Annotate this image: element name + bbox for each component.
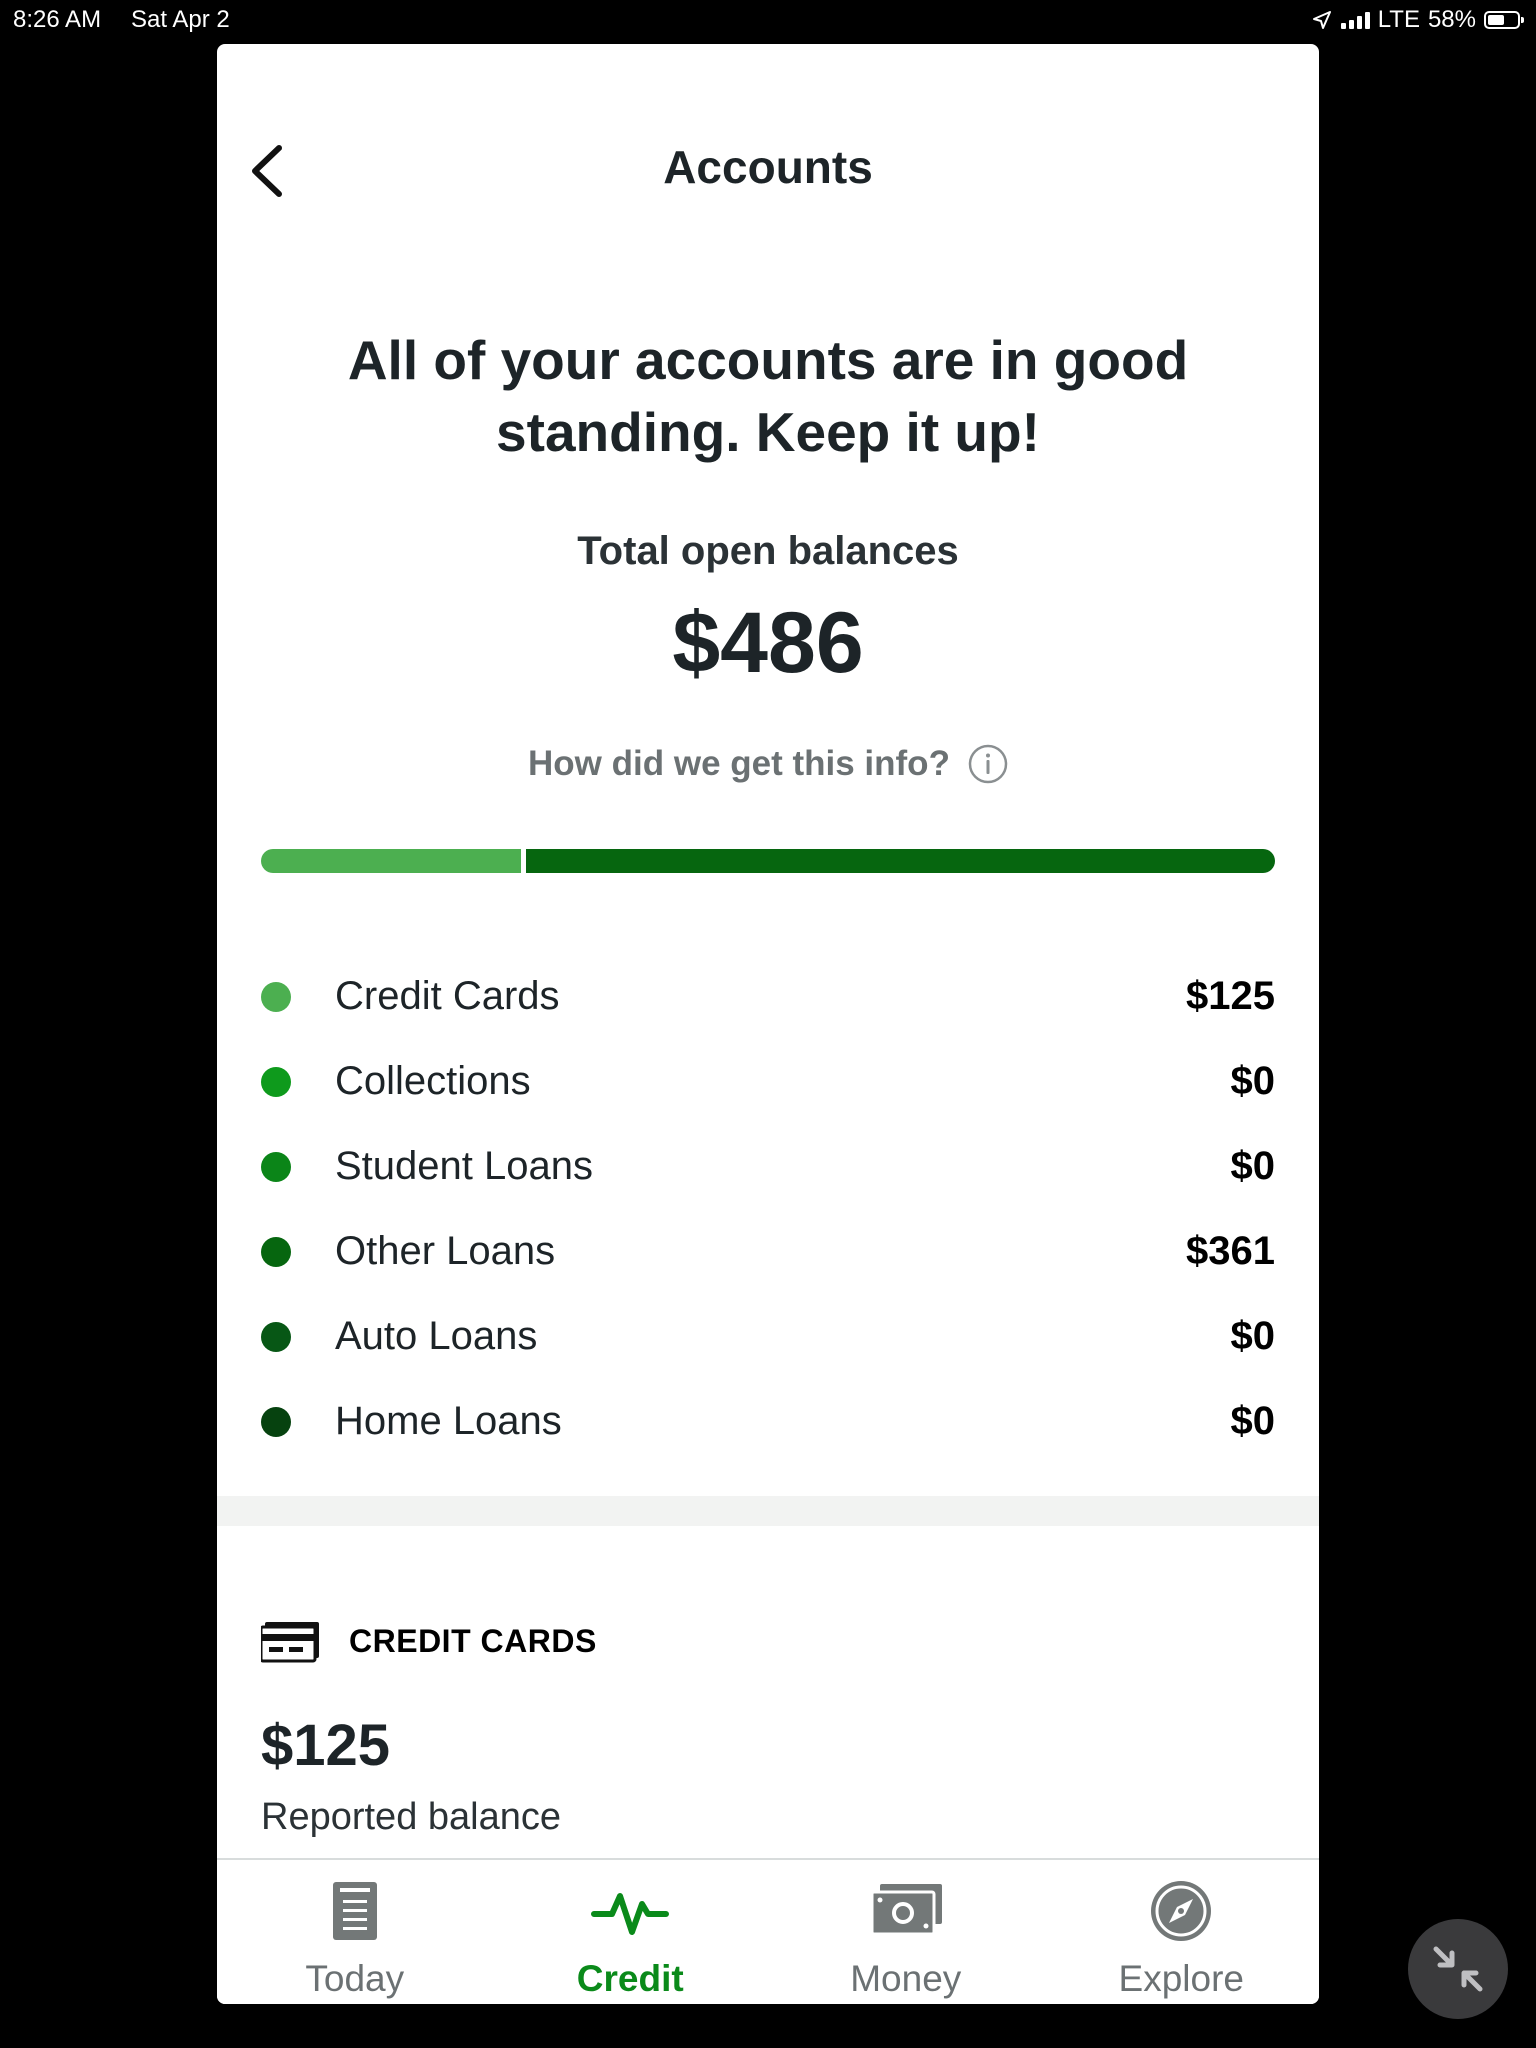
compass-icon xyxy=(1151,1881,1212,1941)
category-row: Home Loans $0 xyxy=(261,1379,1275,1464)
tab-label: Explore xyxy=(1118,1958,1244,1999)
network-type: LTE xyxy=(1377,6,1420,33)
category-value: $0 xyxy=(1230,1399,1276,1443)
category-label: Other Loans xyxy=(335,1229,556,1273)
category-dot-icon xyxy=(261,1321,291,1352)
app-window: Accounts All of your accounts are in goo… xyxy=(217,44,1319,2004)
credit-card-icon xyxy=(261,1622,319,1663)
status-indicators: LTE 58% xyxy=(1311,6,1524,34)
battery-icon xyxy=(1484,11,1524,29)
category-dot-icon xyxy=(261,1236,291,1267)
balance-bar-segment xyxy=(261,849,521,873)
location-arrow-icon xyxy=(1312,11,1331,29)
category-dot-icon xyxy=(261,981,291,1012)
category-row: Collections $0 xyxy=(261,1039,1275,1124)
status-time: 8:26 AM xyxy=(13,6,102,33)
cellular-signal-icon xyxy=(1340,11,1370,29)
tab-money[interactable]: Money xyxy=(768,1860,1044,2004)
tab-credit[interactable]: Credit xyxy=(493,1860,769,2004)
battery-percent: 58% xyxy=(1427,6,1476,33)
info-link[interactable]: How did we get this info? xyxy=(217,744,1319,784)
category-value: $125 xyxy=(1186,974,1275,1018)
pulse-icon xyxy=(591,1893,670,1935)
category-value: $0 xyxy=(1230,1314,1276,1358)
tab-label: Money xyxy=(850,1958,962,1999)
category-row: Other Loans $361 xyxy=(261,1209,1275,1294)
category-label: Credit Cards xyxy=(335,974,560,1018)
cash-icon xyxy=(870,1884,942,1936)
page-title: Accounts xyxy=(663,141,873,193)
balance-breakdown-bar xyxy=(261,849,1275,873)
credit-cards-title: CREDIT CARDS xyxy=(349,1622,597,1659)
category-dot-icon xyxy=(261,1406,291,1437)
category-value: $0 xyxy=(1230,1144,1276,1188)
total-balance-value: $486 xyxy=(672,595,864,691)
collapse-arrows-icon xyxy=(1433,1946,1483,1992)
info-link-text: How did we get this info? xyxy=(528,744,950,783)
tab-explore[interactable]: Explore xyxy=(1044,1860,1320,2004)
category-value: $361 xyxy=(1186,1229,1275,1273)
category-row: Auto Loans $0 xyxy=(261,1294,1275,1379)
document-icon xyxy=(332,1882,377,1940)
tab-today[interactable]: Today xyxy=(217,1860,493,2004)
section-divider xyxy=(217,1496,1319,1526)
status-date: Sat Apr 2 xyxy=(131,6,230,33)
tab-bar: Today Credit Money Explore xyxy=(217,1858,1319,2004)
credit-cards-amount: $125 xyxy=(261,1713,391,1778)
tab-label: Credit xyxy=(576,1958,684,1999)
category-row: Credit Cards $125 xyxy=(261,954,1275,1039)
category-label: Collections xyxy=(335,1059,531,1103)
credit-cards-header: CREDIT CARDS xyxy=(261,1619,597,1663)
category-dot-icon xyxy=(261,1066,291,1097)
status-headline: All of your accounts are in good standin… xyxy=(347,329,1189,463)
category-label: Home Loans xyxy=(335,1399,562,1443)
tab-label: Today xyxy=(305,1958,405,1999)
credit-cards-subtitle: Reported balance xyxy=(261,1796,561,1838)
category-value: $0 xyxy=(1230,1059,1276,1103)
total-balance-label: Total open balances xyxy=(577,529,959,573)
info-icon[interactable] xyxy=(968,744,1008,784)
category-row: Student Loans $0 xyxy=(261,1124,1275,1209)
status-bar: 8:26 AM Sat Apr 2 LTE 58% xyxy=(0,0,1536,40)
category-label: Auto Loans xyxy=(335,1314,538,1358)
category-label: Student Loans xyxy=(335,1144,593,1188)
balance-bar-segment xyxy=(520,849,1275,873)
floating-action-button[interactable] xyxy=(1408,1919,1508,2019)
category-dot-icon xyxy=(261,1151,291,1182)
category-list: Credit Cards $125 Collections $0 Student Loa… xyxy=(261,954,1275,1464)
